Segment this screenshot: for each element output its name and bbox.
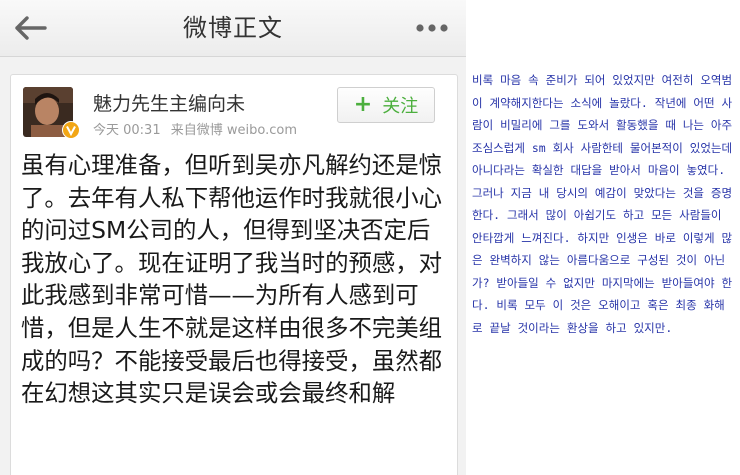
follow-label: 关注 xyxy=(382,96,419,117)
verified-v-icon xyxy=(62,121,80,139)
more-dots-icon xyxy=(416,24,448,32)
weibo-phone-screen: 微博正文 魅力先生主编向未 今天 00:31 来自微博 weibo.com + … xyxy=(0,0,466,475)
page-title: 微博正文 xyxy=(183,14,283,42)
follow-button[interactable]: + 关注 xyxy=(337,87,435,123)
post-time: 今天 00:31 xyxy=(93,123,161,138)
korean-translation: 비록 마음 속 준비가 되어 있었지만 여전히 오역범이 계약해지한다는 소식에… xyxy=(472,73,733,335)
weibo-post-card: 魅力先生主编向未 今天 00:31 来自微博 weibo.com + 关注 虽有… xyxy=(10,74,458,475)
author-name[interactable]: 魅力先生主编向未 xyxy=(93,89,245,116)
post-source: 来自微博 weibo.com xyxy=(170,123,297,138)
more-button[interactable] xyxy=(410,10,454,46)
post-body-text: 虽有心理准备，但听到吴亦凡解约还是惊了。去年有人私下帮他运作时我就很小心的问过S… xyxy=(21,151,443,408)
navigation-bar: 微博正文 xyxy=(0,0,466,57)
post-meta: 今天 00:31 来自微博 weibo.com xyxy=(93,119,303,138)
plus-icon: + xyxy=(353,92,373,117)
